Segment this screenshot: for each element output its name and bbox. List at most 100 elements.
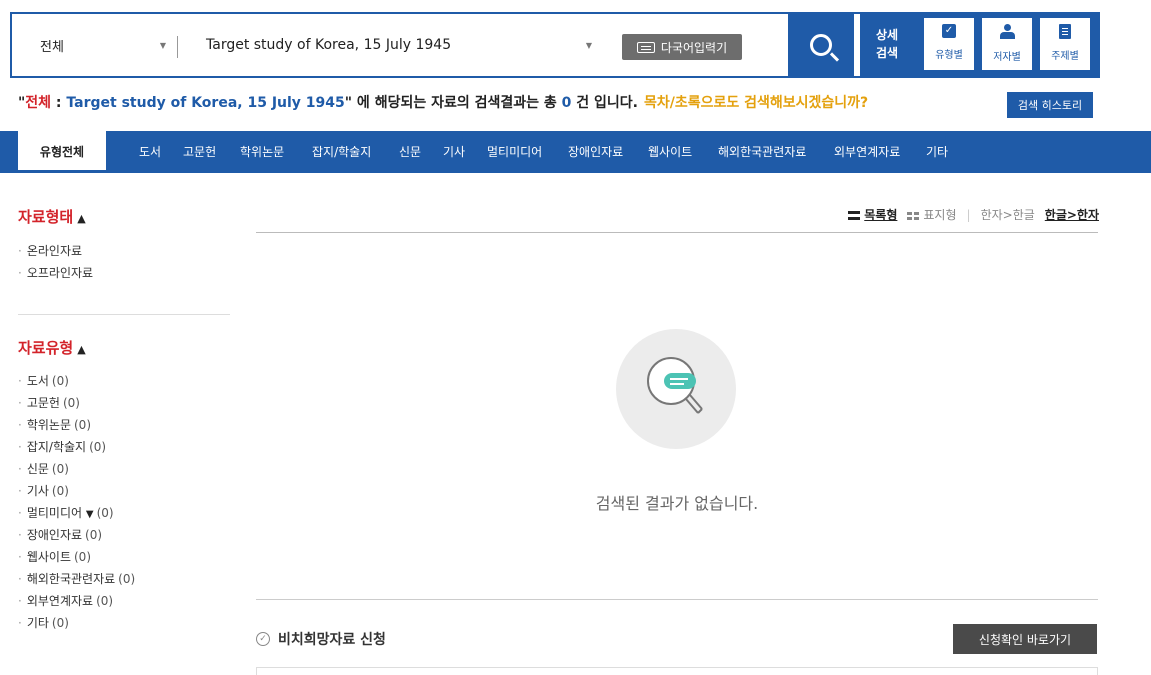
result-quote-close: " <box>344 95 353 111</box>
empty-result-message: 검색된 결과가 없습니다. <box>595 494 759 513</box>
multi-language-input-label: 다국어입력기 <box>660 40 728 55</box>
multi-language-input-button[interactable]: 다국어입력기 <box>622 34 742 60</box>
advanced-search-label-line2: 검색 <box>875 46 899 60</box>
tab-websites[interactable]: 웹사이트 <box>648 131 692 173</box>
facet-label: 외부연계자료 <box>26 594 94 608</box>
content-divider <box>256 232 1098 233</box>
sidebar-divider <box>18 314 230 315</box>
tab-books[interactable]: 도서 <box>139 131 161 173</box>
format-facet-label: 자료형태 <box>18 208 74 226</box>
facet-item[interactable]: · 도서 (0) <box>18 370 135 392</box>
search-icon <box>810 34 832 56</box>
document-list-icon <box>1059 24 1071 39</box>
tab-journals[interactable]: 잡지/학술지 <box>312 131 371 173</box>
checkbox-icon: ✓ <box>942 24 956 38</box>
tab-etc[interactable]: 기타 <box>926 131 948 173</box>
facet-label: 멀티미디어 <box>26 506 83 520</box>
tab-articles[interactable]: 기사 <box>443 131 465 173</box>
facet-label: 해외한국관련자료 <box>26 572 116 586</box>
result-text-end: 건 입니다. <box>571 95 638 111</box>
search-input[interactable]: Target study of Korea, 15 July 1945 ▼ <box>178 14 608 76</box>
facet-item[interactable]: · 멀티미디어 ▼ (0) <box>18 502 135 524</box>
facet-label: 온라인자료 <box>26 244 83 258</box>
facet-item[interactable]: · 학위논문 (0) <box>18 414 135 436</box>
keyboard-icon <box>636 41 655 53</box>
grid-icon <box>907 211 920 220</box>
cover-view-label: 표지형 <box>923 208 957 222</box>
format-facet-title[interactable]: 자료형태 ▲ <box>18 206 86 227</box>
person-icon <box>1000 24 1015 40</box>
facet-item[interactable]: · 장애인자료 (0) <box>18 524 135 546</box>
check-circle-icon: ✓ <box>256 632 270 646</box>
facet-item[interactable]: · 외부연계자료 (0) <box>18 590 135 612</box>
search-button[interactable] <box>788 12 854 78</box>
type-tab-bar: 유형전체 도서 고문헌 학위논문 잡지/학술지 신문 기사 멀티미디어 장애인자… <box>0 131 1151 173</box>
tab-all-types[interactable]: 유형전체 <box>18 131 106 173</box>
advanced-by-author-button[interactable]: 저자별 <box>982 18 1032 70</box>
advanced-by-type-button[interactable]: ✓ 유형별 <box>924 18 974 70</box>
facet-item[interactable]: · 기사 (0) <box>18 480 135 502</box>
advanced-by-subject-button[interactable]: 주제별 <box>1040 18 1090 70</box>
tab-overseas-korea[interactable]: 해외한국관련자료 <box>718 131 806 173</box>
facet-item[interactable]: · 잡지/학술지 (0) <box>18 436 135 458</box>
facet-count: (0) <box>118 572 136 586</box>
tab-multimedia[interactable]: 멀티미디어 <box>487 131 542 173</box>
facet-label: 잡지/학술지 <box>26 440 87 454</box>
abstract-search-suggestion-link[interactable]: 목차/초록으로도 검색해보시겠습니까? <box>644 95 868 111</box>
list-view-toggle[interactable]: 목록형 <box>848 206 897 223</box>
facet-count: (0) <box>96 594 114 608</box>
history-dropdown-icon[interactable]: ▼ <box>586 41 592 50</box>
facet-count: (0) <box>51 616 69 630</box>
view-toggle-bar: 목록형 표지형 | 한자>한글 한글>한자 <box>848 206 1099 223</box>
facet-item[interactable]: · 신문 (0) <box>18 458 135 480</box>
facet-item[interactable]: · 웹사이트 (0) <box>18 546 135 568</box>
format-facet-list: · 온라인자료 · 오프라인자료 <box>18 240 93 284</box>
facet-item[interactable]: · 해외한국관련자료 (0) <box>18 568 135 590</box>
facet-online[interactable]: · 온라인자료 <box>18 240 93 262</box>
facet-item[interactable]: · 고문헌 (0) <box>18 392 135 414</box>
facet-label: 학위논문 <box>26 418 71 432</box>
facet-offline[interactable]: · 오프라인자료 <box>18 262 93 284</box>
facet-count: (0) <box>96 506 114 520</box>
search-bar: 전체 ▼ Target study of Korea, 15 July 1945… <box>10 12 1100 78</box>
advanced-search-label[interactable]: 상세 검색 <box>872 26 902 62</box>
tab-theses[interactable]: 학위논문 <box>240 131 284 173</box>
facet-count: (0) <box>85 528 103 542</box>
result-query: Target study of Korea, 15 July 1945 <box>66 95 345 111</box>
caret-down-icon: ▼ <box>159 40 166 50</box>
hangul-to-hanja-toggle[interactable]: 한글>한자 <box>1045 206 1099 223</box>
facet-count: (0) <box>51 462 69 476</box>
search-document-icon <box>647 357 703 414</box>
search-history-button[interactable]: 검색 히스토리 <box>1007 92 1093 118</box>
tab-accessible[interactable]: 장애인자료 <box>568 131 623 173</box>
result-separator: : <box>51 95 67 111</box>
search-scope-select[interactable]: 전체 ▼ <box>12 14 178 76</box>
request-status-button[interactable]: 신청확인 바로가기 <box>953 624 1097 654</box>
tab-newspapers[interactable]: 신문 <box>399 131 421 173</box>
facet-label: 오프라인자료 <box>26 266 94 280</box>
chevron-up-icon: ▲ <box>77 212 86 225</box>
facet-label: 장애인자료 <box>26 528 83 542</box>
facet-item[interactable]: · 기타 (0) <box>18 612 135 634</box>
facet-count: (0) <box>74 418 91 432</box>
cover-view-toggle[interactable]: 표지형 <box>907 206 957 223</box>
facet-label: 고문헌 <box>26 396 60 410</box>
facet-count: (0) <box>89 440 107 454</box>
hanja-to-hangul-toggle[interactable]: 한자>한글 <box>981 206 1035 223</box>
purchase-request-box <box>256 667 1098 675</box>
facet-label: 기타 <box>26 616 49 630</box>
type-facet-title[interactable]: 자료유형 ▲ <box>18 337 86 358</box>
facet-count: (0) <box>51 484 69 498</box>
purchase-request-label: 비치희망자료 신청 <box>278 632 386 648</box>
advanced-search-panel: 상세 검색 ✓ 유형별 저자별 주제별 <box>860 12 1100 78</box>
list-icon <box>848 211 861 220</box>
tab-old-books[interactable]: 고문헌 <box>183 131 216 173</box>
advanced-by-author-label: 저자별 <box>993 52 1021 63</box>
search-query-text: Target study of Korea, 15 July 1945 <box>206 37 452 53</box>
result-text: 에 해당되는 자료의 검색결과는 총 <box>352 95 562 111</box>
advanced-search-label-line1: 상세 <box>875 28 899 42</box>
tab-external[interactable]: 외부연계자료 <box>834 131 900 173</box>
chevron-down-icon[interactable]: ▼ <box>86 509 94 520</box>
purchase-request-title: ✓ 비치희망자료 신청 <box>256 629 386 649</box>
facet-label: 도서 <box>26 374 49 388</box>
